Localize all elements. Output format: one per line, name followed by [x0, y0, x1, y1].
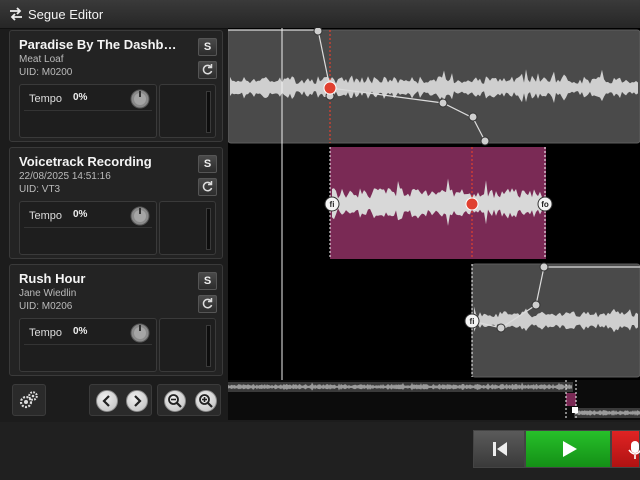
tempo-knob[interactable] [130, 206, 150, 226]
zoom-in-icon [199, 394, 213, 408]
track-uid: UID: M0206 [19, 301, 73, 312]
solo-button[interactable]: S [198, 155, 217, 173]
scroll-left-button[interactable] [96, 390, 118, 412]
volume-fader[interactable] [159, 84, 216, 138]
zoom-controls [157, 384, 221, 416]
tempo-label: Tempo [29, 210, 63, 222]
tempo-control: Tempo 0% [19, 84, 157, 138]
reset-button[interactable] [198, 295, 217, 313]
refresh-icon [202, 64, 213, 75]
title-bar: Segue Editor [0, 0, 640, 29]
reset-button[interactable] [198, 61, 217, 79]
fader-slot[interactable] [206, 208, 211, 250]
overview-strip[interactable] [228, 380, 640, 420]
tempo-knob[interactable] [130, 89, 150, 109]
envelope-point[interactable] [480, 136, 490, 146]
track-title: Voicetrack Recording [19, 154, 152, 169]
track-title: Rush Hour [19, 271, 86, 286]
track-date: 22/08/2025 14:51:16 [19, 171, 111, 182]
microphone-icon [628, 441, 640, 459]
track-panel-3: Rush Hour Jane Wiedlin UID: M0206 S Temp… [9, 264, 223, 376]
volume-fader[interactable] [159, 201, 216, 255]
tempo-knob[interactable] [130, 323, 150, 343]
track-title: Paradise By The Dashb… [19, 37, 177, 52]
envelope-point[interactable] [468, 112, 478, 122]
zoom-out-button[interactable] [164, 390, 186, 412]
track-artist: Meat Loaf [19, 54, 64, 65]
fader-slot[interactable] [206, 325, 211, 367]
scroll-right-button[interactable] [126, 390, 148, 412]
fade-in-label: fi [470, 317, 475, 326]
zoom-in-button[interactable] [195, 390, 217, 412]
chevron-right-icon [134, 395, 142, 407]
volume-fader[interactable] [159, 318, 216, 372]
settings-button[interactable] [12, 384, 46, 416]
scroll-controls [89, 384, 152, 416]
envelope-point[interactable] [539, 262, 549, 272]
tempo-label: Tempo [29, 93, 63, 105]
overview-track-2 [566, 393, 576, 406]
fade-in-label: fi [330, 200, 335, 209]
window-title: Segue Editor [28, 7, 104, 22]
reset-button[interactable] [198, 178, 217, 196]
track-panel-1: Paradise By The Dashb… Meat Loaf UID: M0… [9, 30, 223, 142]
skip-back-icon [493, 442, 507, 456]
divider [24, 227, 152, 228]
fade-out-label: fo [541, 200, 549, 209]
tempo-control: Tempo 0% [19, 318, 157, 372]
record-button[interactable] [611, 430, 640, 468]
zoom-out-icon [168, 394, 182, 408]
solo-button[interactable]: S [198, 272, 217, 290]
tempo-value: 0% [73, 326, 88, 337]
tempo-value: 0% [73, 209, 88, 220]
envelope-point[interactable] [496, 323, 506, 333]
chevron-left-icon [102, 395, 110, 407]
track-uid: UID: M0200 [19, 67, 73, 78]
play-icon [563, 441, 577, 457]
envelope-point[interactable] [438, 98, 448, 108]
track-panel-2: Voicetrack Recording 22/08/2025 14:51:16… [9, 147, 223, 259]
gears-icon [19, 391, 38, 409]
envelope-point[interactable] [531, 300, 541, 310]
refresh-icon [202, 181, 213, 192]
envelope-point[interactable] [313, 28, 323, 36]
solo-button[interactable]: S [198, 38, 217, 56]
swap-arrows-icon [10, 7, 22, 21]
track-uid: UID: VT3 [19, 184, 61, 195]
tempo-value: 0% [73, 92, 88, 103]
refresh-icon [202, 298, 213, 309]
tempo-control: Tempo 0% [19, 201, 157, 255]
divider [24, 344, 152, 345]
cue-marker[interactable] [323, 81, 337, 95]
tempo-label: Tempo [29, 327, 63, 339]
divider [24, 110, 152, 111]
play-button[interactable] [525, 430, 611, 468]
rewind-button[interactable] [473, 430, 525, 468]
waveform-lanes[interactable]: fi fo fi [228, 28, 640, 380]
track-artist: Jane Wiedlin [19, 288, 77, 299]
cue-marker[interactable] [465, 197, 479, 211]
fader-slot[interactable] [206, 91, 211, 133]
overview-handle[interactable] [572, 407, 578, 413]
